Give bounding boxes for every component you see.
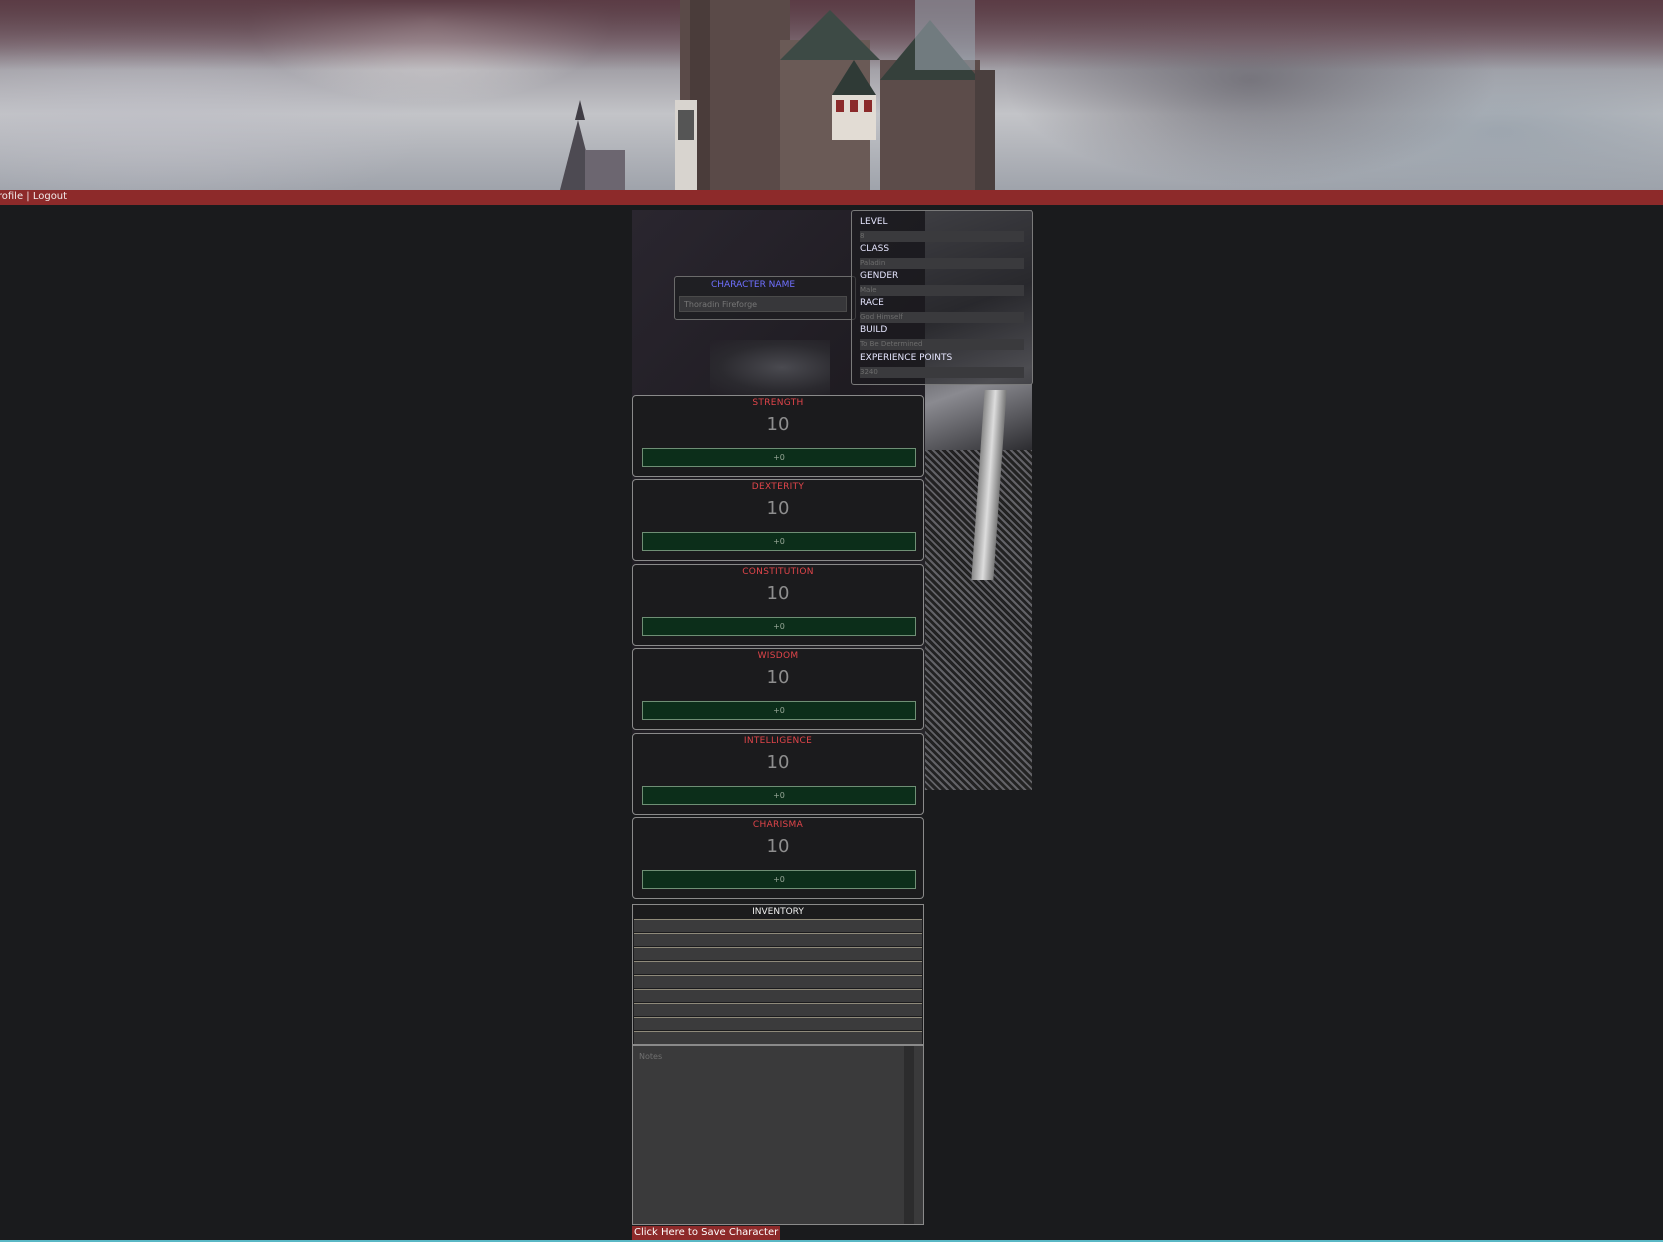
stat-modifier: +0	[642, 617, 916, 636]
inventory-slot[interactable]	[634, 947, 922, 960]
stat-block-dexterity: DEXTERITY 10 +0	[632, 479, 924, 561]
class-field[interactable]: Paladin	[860, 258, 1024, 269]
stat-block-intelligence: INTELLIGENCE 10 +0	[632, 733, 924, 815]
inventory-slot[interactable]	[634, 1031, 922, 1044]
stat-block-wisdom: WISDOM 10 +0	[632, 648, 924, 730]
build-label: BUILD	[860, 325, 888, 335]
stat-name: DEXTERITY	[751, 482, 805, 492]
stat-modifier: +0	[642, 448, 916, 467]
stat-value[interactable]: 10	[633, 583, 923, 604]
stat-value[interactable]: 10	[633, 414, 923, 435]
inventory-title: INVENTORY	[752, 907, 804, 917]
stat-block-constitution: CONSTITUTION 10 +0	[632, 564, 924, 646]
inventory-slot[interactable]	[634, 989, 922, 1002]
race-field[interactable]: God Himself	[860, 312, 1024, 323]
stat-name: CONSTITUTION	[742, 567, 814, 577]
character-info-panel: LEVEL 8 CLASS Paladin GENDER Male RACE G…	[851, 210, 1033, 385]
profile-link[interactable]: Profile	[0, 191, 23, 202]
save-character-button[interactable]: Click Here to Save Character	[632, 1226, 781, 1240]
stat-value[interactable]: 10	[633, 836, 923, 857]
stat-modifier: +0	[642, 532, 916, 551]
character-name-panel: CHARACTER NAME Thoradin Fireforge	[674, 276, 856, 320]
stat-modifier: +0	[642, 786, 916, 805]
inventory-slot[interactable]	[634, 1003, 922, 1016]
top-nav-bar: Profile | Logout	[0, 190, 1663, 205]
class-label: CLASS	[860, 244, 890, 254]
gender-label: GENDER	[860, 271, 899, 281]
stat-modifier: +0	[642, 701, 916, 720]
stat-name: STRENGTH	[752, 398, 804, 408]
inventory-slot[interactable]	[634, 975, 922, 988]
experience-field[interactable]: 3240	[860, 367, 1024, 378]
stat-block-strength: STRENGTH 10 +0	[632, 395, 924, 477]
inventory-slot[interactable]	[634, 933, 922, 946]
character-name-label: CHARACTER NAME	[711, 280, 796, 290]
stat-value[interactable]: 10	[633, 498, 923, 519]
header-banner	[0, 0, 1663, 190]
inventory-slot[interactable]	[634, 1017, 922, 1030]
stat-name: CHARISMA	[752, 820, 804, 830]
character-name-field[interactable]: Thoradin Fireforge	[679, 296, 847, 312]
inventory-slot[interactable]	[634, 919, 922, 932]
race-label: RACE	[860, 298, 884, 308]
stat-name: WISDOM	[757, 651, 799, 661]
level-field[interactable]: 8	[860, 231, 1024, 242]
inventory-slot[interactable]	[634, 961, 922, 974]
stat-value[interactable]: 10	[633, 752, 923, 773]
gender-field[interactable]: Male	[860, 285, 1024, 296]
notes-panel: Notes	[632, 1045, 924, 1225]
notes-textarea[interactable]: Notes	[633, 1046, 914, 1224]
stat-name: INTELLIGENCE	[743, 736, 813, 746]
stat-modifier: +0	[642, 870, 916, 889]
logout-link[interactable]: Logout	[33, 191, 67, 202]
level-label: LEVEL	[860, 217, 888, 227]
castle-illustration	[560, 0, 995, 190]
inventory-panel: INVENTORY	[632, 904, 924, 1045]
stat-block-charisma: CHARISMA 10 +0	[632, 817, 924, 899]
stat-value[interactable]: 10	[633, 667, 923, 688]
build-field[interactable]: To Be Determined	[860, 339, 1024, 350]
gauntlet-art	[710, 340, 830, 395]
experience-label: EXPERIENCE POINTS	[860, 353, 953, 363]
nav-separator: |	[23, 191, 33, 202]
